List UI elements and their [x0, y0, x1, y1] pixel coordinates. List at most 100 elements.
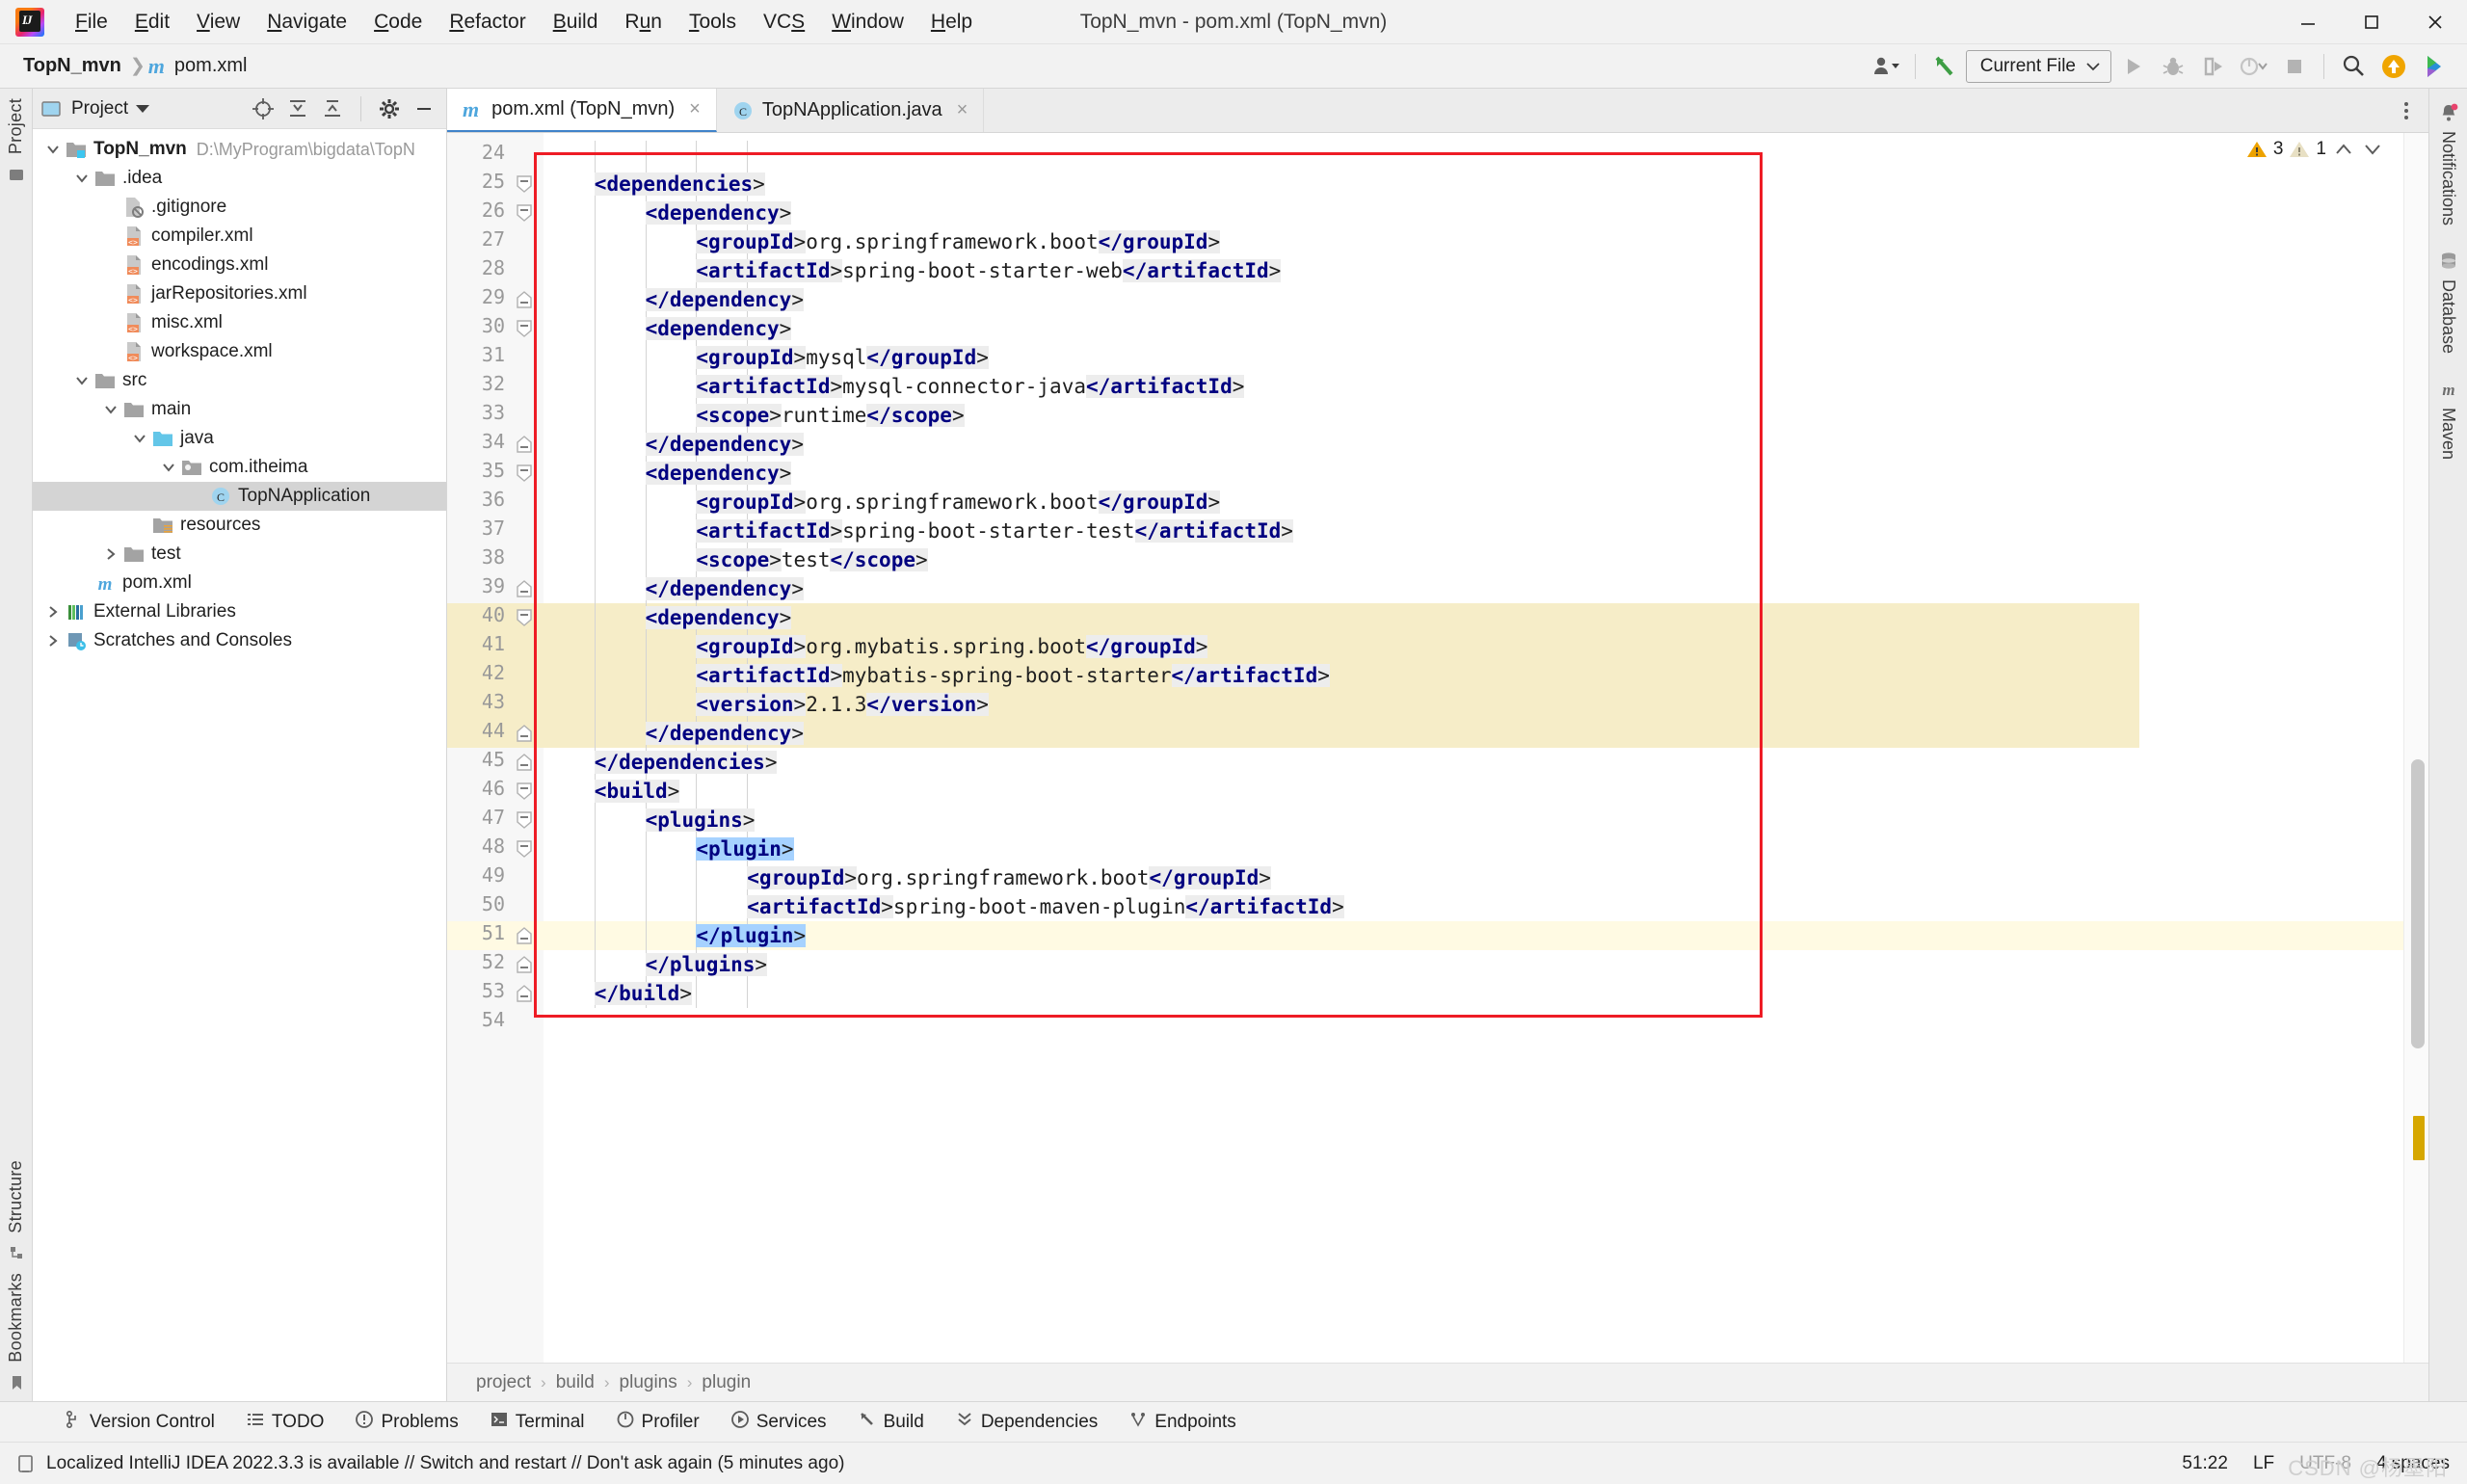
code-line[interactable]: </plugin> [544, 921, 2428, 950]
fold-collapse-icon[interactable] [515, 319, 534, 338]
tree-item-misc-xml[interactable]: <> misc.xml [33, 308, 446, 337]
breadcrumb-project[interactable]: TopN_mvn [17, 53, 127, 79]
code-line[interactable]: <dependency> [544, 459, 2428, 488]
menu-item-refactor[interactable]: Refactor [436, 7, 539, 38]
tree-item-jarrepositories-xml[interactable]: <> jarRepositories.xml [33, 279, 446, 308]
code-line[interactable]: <dependency> [544, 199, 2428, 227]
stripe-mark-caret[interactable] [2413, 1116, 2425, 1160]
chevron-right-icon[interactable] [100, 546, 121, 562]
update-project-icon[interactable] [2374, 48, 2413, 85]
tree-item-test[interactable]: test [33, 540, 446, 569]
code-line[interactable]: </dependency> [544, 719, 2428, 748]
chevron-down-icon[interactable] [42, 142, 64, 157]
sidebar-item-maven[interactable]: m Maven [2438, 379, 2459, 460]
fold-collapse-icon[interactable] [515, 839, 534, 859]
tool-window-button-services[interactable]: Services [715, 1410, 842, 1435]
menu-item-navigate[interactable]: Navigate [253, 7, 360, 38]
collapse-all-icon[interactable] [318, 94, 347, 123]
prev-problem-icon[interactable] [2332, 140, 2355, 159]
fold-end-icon[interactable] [515, 955, 534, 974]
error-stripe-scrollbar[interactable] [2403, 133, 2428, 1363]
tree-item--idea[interactable]: .idea [33, 164, 446, 193]
ide-assistant-icon[interactable] [2415, 48, 2454, 85]
scrollbar-thumb[interactable] [2411, 759, 2425, 1048]
sidebar-item-database[interactable]: Database [2438, 251, 2459, 354]
menu-item-window[interactable]: Window [818, 7, 917, 38]
code-line[interactable]: <groupId>org.springframework.boot</group… [544, 488, 2428, 517]
tree-item-scratches-and-consoles[interactable]: Scratches and Consoles [33, 626, 446, 655]
run-with-coverage-icon[interactable] [2194, 48, 2233, 85]
tree-item-encodings-xml[interactable]: <> encodings.xml [33, 251, 446, 279]
tab-pom-xml[interactable]: m pom.xml (TopN_mvn) × [447, 89, 717, 132]
menu-item-vcs[interactable]: VCS [750, 7, 818, 38]
breadcrumb-file[interactable]: pom.xml [169, 53, 253, 79]
fold-end-icon[interactable] [515, 579, 534, 598]
status-message[interactable]: Localized IntelliJ IDEA 2022.3.3 is avai… [46, 1453, 844, 1474]
tool-window-button-problems[interactable]: Problems [339, 1410, 473, 1435]
code-line[interactable]: <groupId>org.springframework.boot</group… [544, 227, 2428, 256]
user-settings-icon[interactable] [1867, 48, 1905, 85]
editor-gutter[interactable]: 24 25 26 27 28 29 30 31 32 33 34 35 36 37 38 39 40 41 42 43… [447, 133, 544, 1363]
menu-item-help[interactable]: Help [917, 7, 986, 38]
code-line[interactable]: </dependencies> [544, 748, 2428, 777]
chevron-down-icon[interactable] [129, 431, 150, 446]
fold-collapse-icon[interactable] [515, 464, 534, 483]
chevron-down-icon[interactable] [100, 402, 121, 417]
tool-window-button-endpoints[interactable]: Endpoints [1113, 1410, 1252, 1435]
tree-item-src[interactable]: src [33, 366, 446, 395]
tree-item-pom-xml[interactable]: m pom.xml [33, 569, 446, 597]
tool-window-button-version-control[interactable]: Version Control [48, 1410, 230, 1435]
chevron-right-icon[interactable] [42, 604, 64, 620]
close-icon[interactable]: × [957, 99, 968, 121]
tree-item-topnapplication[interactable]: C TopNApplication [33, 482, 446, 511]
menu-item-view[interactable]: View [183, 7, 253, 38]
run-configuration-selector[interactable]: Current File [1965, 49, 2111, 83]
editor-breadcrumb-item-plugin[interactable]: plugin [696, 1372, 756, 1393]
select-opened-file-icon[interactable] [249, 94, 278, 123]
code-line[interactable]: <artifactId>spring-boot-starter-web</art… [544, 256, 2428, 285]
chevron-down-icon[interactable] [71, 373, 93, 388]
editor-breadcrumb[interactable]: project › build › plugins › plugin [447, 1363, 2428, 1401]
code-line[interactable]: </dependency> [544, 430, 2428, 459]
close-button[interactable] [2403, 0, 2467, 44]
tree-item-resources[interactable]: resources [33, 511, 446, 540]
tool-window-button-todo[interactable]: TODO [230, 1410, 340, 1435]
file-encoding[interactable]: UTF-8 [2299, 1453, 2351, 1474]
settings-gear-icon[interactable] [375, 94, 404, 123]
fold-collapse-icon[interactable] [515, 810, 534, 830]
code-line[interactable]: <dependencies> [544, 170, 2428, 199]
tree-item-java[interactable]: java [33, 424, 446, 453]
tool-window-button-terminal[interactable]: Terminal [474, 1410, 600, 1435]
caret-position[interactable]: 51:22 [2182, 1453, 2228, 1474]
code-line[interactable] [544, 141, 2428, 170]
fold-end-icon[interactable] [515, 984, 534, 1003]
inspection-widget[interactable]: 3 1 [2246, 139, 2384, 160]
menu-item-run[interactable]: Run [611, 7, 676, 38]
minimize-button[interactable] [2276, 0, 2340, 44]
code-line[interactable]: <plugins> [544, 806, 2428, 835]
fold-end-icon[interactable] [515, 435, 534, 454]
stop-icon[interactable] [2275, 48, 2314, 85]
expand-all-icon[interactable] [283, 94, 312, 123]
line-separator[interactable]: LF [2253, 1453, 2274, 1474]
chevron-right-icon[interactable] [42, 633, 64, 649]
run-icon[interactable] [2113, 48, 2152, 85]
chevron-down-icon[interactable] [158, 460, 179, 475]
tabs-more-icon[interactable] [2394, 98, 2419, 123]
sidebar-item-bookmarks[interactable]: Bookmarks [6, 1273, 26, 1363]
build-hammer-icon[interactable] [1925, 48, 1964, 85]
fold-collapse-icon[interactable] [515, 203, 534, 223]
editor-breadcrumb-item-build[interactable]: build [550, 1372, 600, 1393]
chevron-down-icon[interactable] [71, 171, 93, 186]
code-line[interactable]: <version>2.1.3</version> [544, 690, 2428, 719]
search-everywhere-icon[interactable] [2334, 48, 2373, 85]
code-line[interactable]: </plugins> [544, 950, 2428, 979]
tool-window-button-build[interactable]: Build [842, 1410, 940, 1435]
editor-breadcrumb-item-project[interactable]: project [470, 1372, 537, 1393]
code-line[interactable] [544, 1008, 2428, 1037]
fold-collapse-icon[interactable] [515, 174, 534, 194]
tab-topnapplication-java[interactable]: C TopNApplication.java × [716, 89, 985, 132]
fold-end-icon[interactable] [515, 724, 534, 743]
code-line[interactable]: <scope>test</scope> [544, 545, 2428, 574]
code-line[interactable]: </dependency> [544, 285, 2428, 314]
